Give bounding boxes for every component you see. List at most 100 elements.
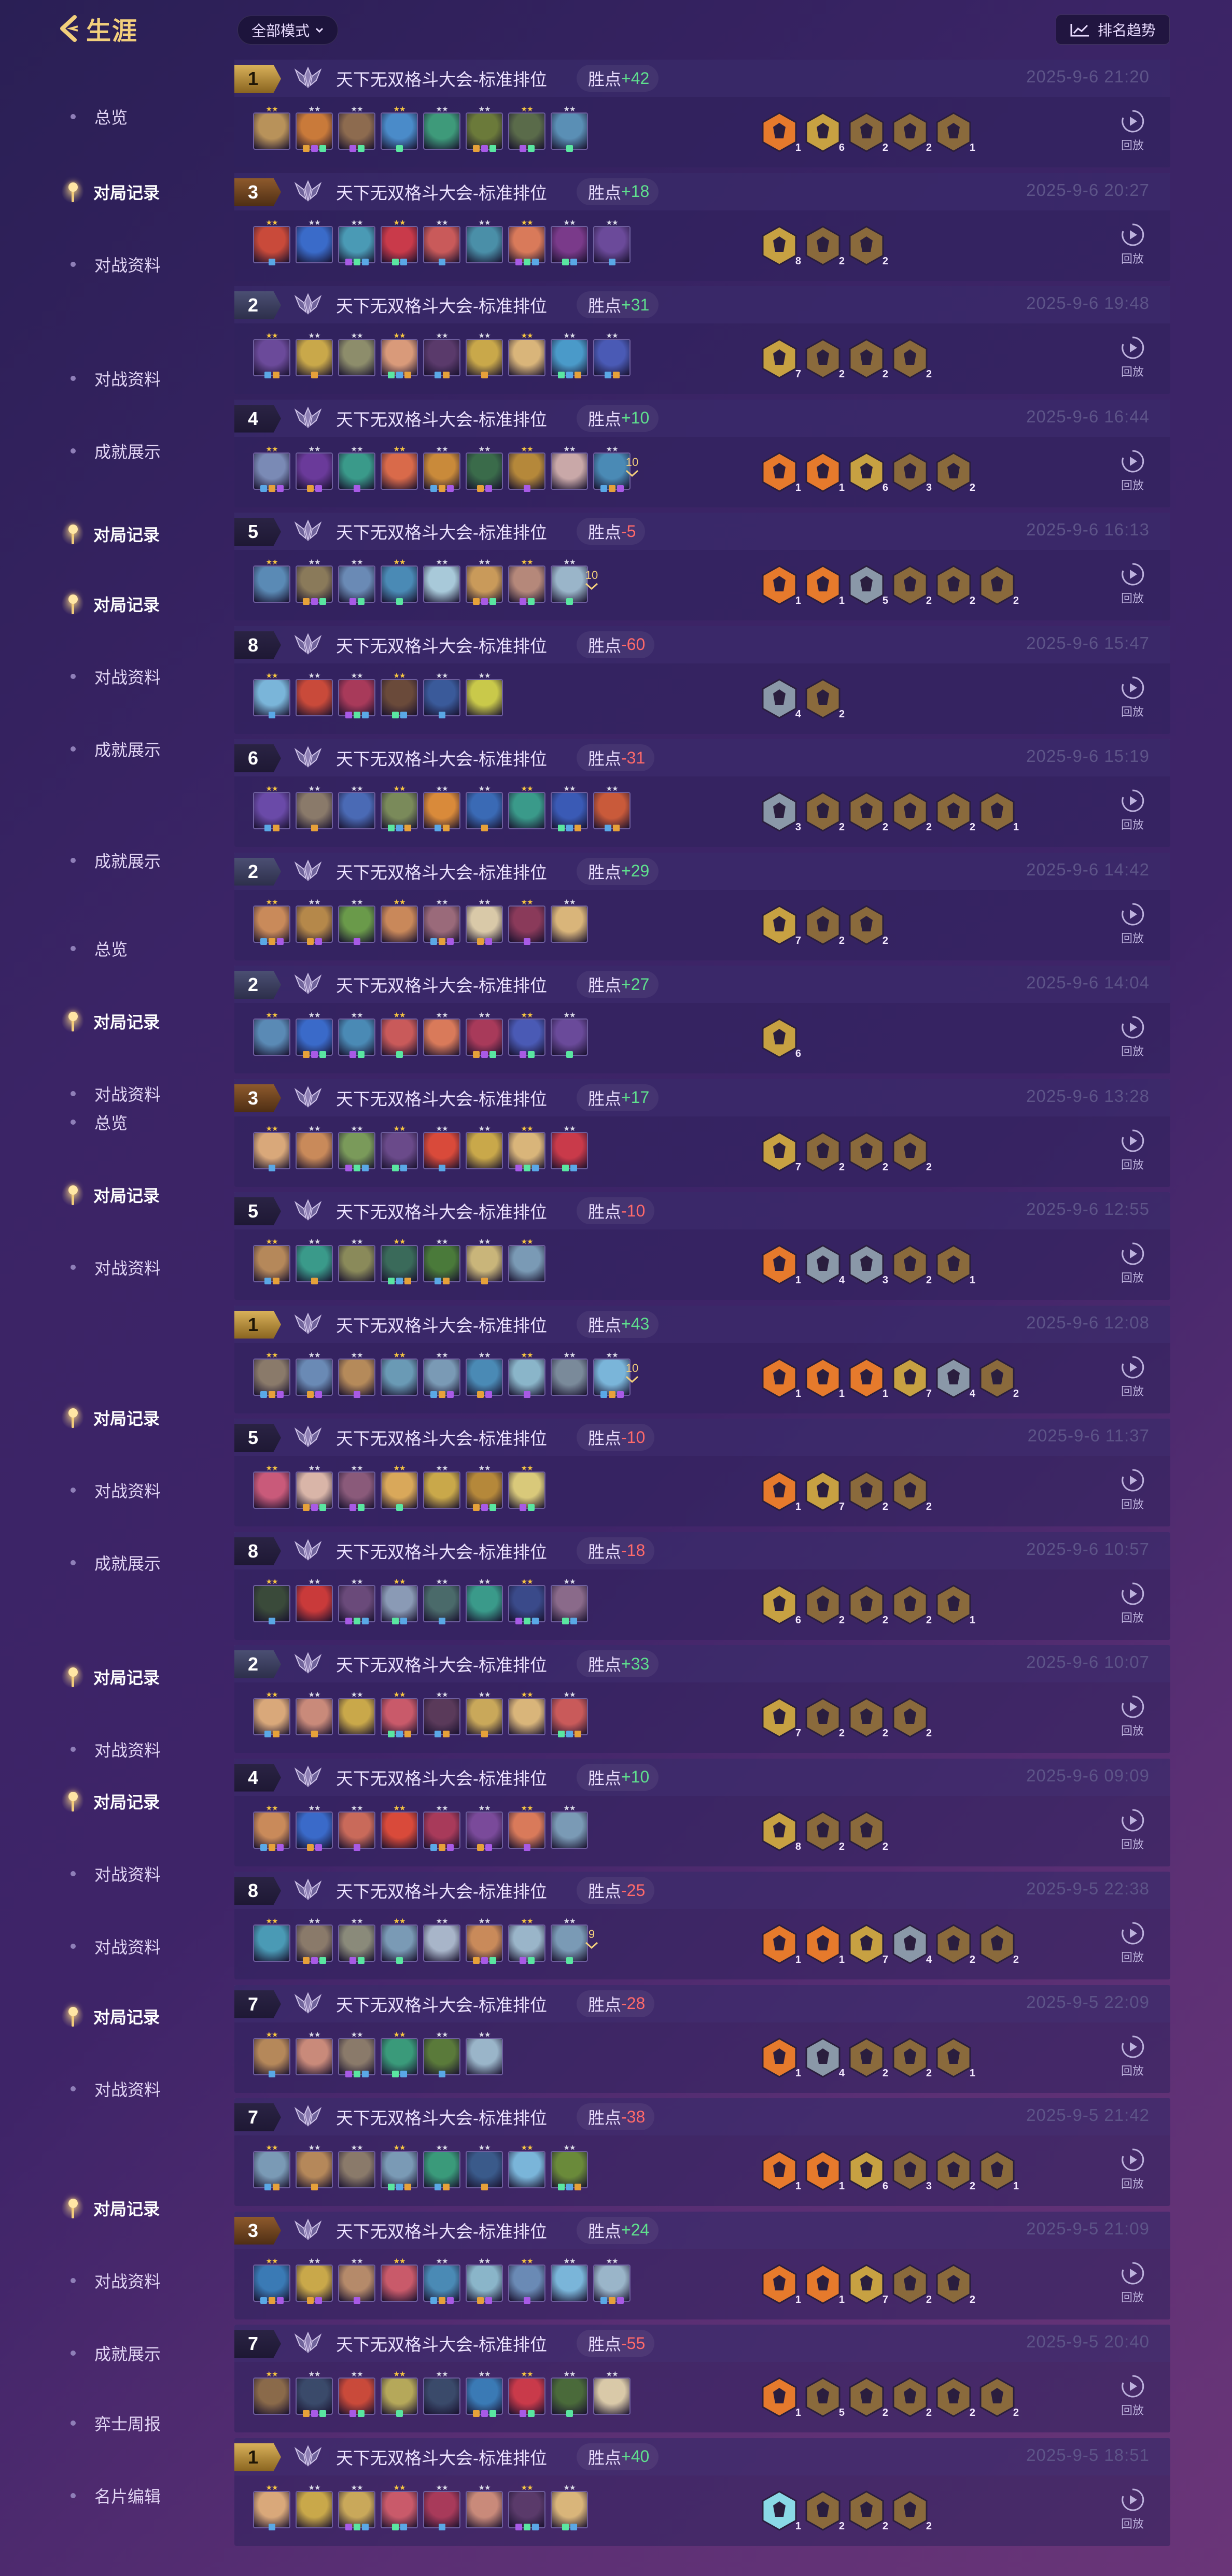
trait-hex-icon[interactable]: 2 [804,791,845,833]
trait-hex-icon[interactable]: 2 [848,2037,888,2079]
match-record[interactable]: 4 天下无双格斗大会-标准排位 胜点 +10 2025-9-6 16:44 ★★ ★★ ★★ ★… [234,399,1170,507]
champion-portrait[interactable]: ★★ [551,2370,588,2417]
trait-hex-icon[interactable]: 2 [804,1131,845,1173]
champion-portrait[interactable]: ★★ [338,2257,375,2304]
champion-portrait[interactable]: ★★ [551,898,588,943]
replay-button[interactable]: 回放 [1115,1467,1150,1512]
trait-hex-icon[interactable]: 1 [804,451,845,493]
champion-portrait[interactable]: ★★ [466,1238,503,1284]
trait-hex-icon[interactable]: 7 [761,1131,801,1173]
champion-portrait[interactable]: ★★ [423,105,460,150]
champion-portrait[interactable]: ★★ [423,558,460,603]
champion-portrait[interactable]: ★★ [253,1917,290,1962]
champion-portrait[interactable]: ★★ [381,1917,418,1964]
match-record[interactable]: 1 天下无双格斗大会-标准排位 胜点 +43 2025-9-6 12:08 ★★ ★★ ★★ ★… [234,1305,1170,1413]
champion-portrait[interactable]: ★★ [466,2031,503,2075]
trait-hex-icon[interactable]: 2 [848,1584,888,1626]
champion-portrait[interactable]: ★★ [338,219,375,265]
trait-hex-icon[interactable]: 2 [804,1697,845,1739]
trait-hex-icon[interactable]: 2 [848,2490,888,2532]
champion-portrait[interactable]: ★★ [253,1011,290,1056]
sidebar-item[interactable]: 对战资料 [52,1731,161,1767]
trait-hex-icon[interactable]: 3 [891,2150,932,2192]
champion-portrait[interactable]: ★★ [551,1125,588,1171]
trait-hex-icon[interactable]: 2 [891,1470,932,1512]
trait-hex-icon[interactable]: 2 [848,111,888,153]
champion-portrait[interactable]: ★★ [593,2257,631,2304]
champion-portrait[interactable]: ★★ [296,445,333,492]
trait-hex-icon[interactable]: 1 [761,1244,801,1286]
trait-hex-icon[interactable]: 2 [848,2376,888,2418]
champion-portrait[interactable]: ★★ [423,332,460,378]
sidebar-item[interactable]: 成就展示 [52,433,161,469]
champion-portrait[interactable]: ★★ [423,2484,460,2530]
champion-portrait[interactable]: ★★ [338,785,375,829]
champion-portrait[interactable]: ★★ [508,898,545,945]
replay-button[interactable]: 回放 [1115,1807,1150,1852]
champion-portrait[interactable]: ★★ [296,1351,333,1398]
champion-portrait[interactable]: ★★ [423,2257,460,2304]
match-record[interactable]: 1 天下无双格斗大会-标准排位 胜点 +40 2025-9-5 18:51 ★★ ★★ ★★ ★… [234,2438,1170,2546]
champion-portrait[interactable]: ★★ [423,2144,460,2190]
rank-trend-button[interactable]: 排名趋势 [1056,15,1170,45]
champion-portrait[interactable]: ★★ [466,1578,503,1622]
match-record[interactable]: 3 天下无双格斗大会-标准排位 胜点 +18 2025-9-6 20:27 ★★ ★★ ★★ ★… [234,173,1170,281]
champion-portrait[interactable]: ★★ [296,1917,333,1964]
sidebar-item[interactable]: 对局记录 [52,1659,160,1695]
trait-hex-icon[interactable]: 2 [935,2376,975,2418]
champion-portrait[interactable]: ★★ [253,2257,290,2304]
champion-portrait[interactable]: ★★ [423,1011,460,1056]
champion-portrait[interactable]: ★★ [253,2370,290,2415]
champion-portrait[interactable]: ★★ [381,1804,418,1849]
replay-button[interactable]: 回放 [1115,222,1150,266]
trait-hex-icon[interactable]: 2 [804,904,845,946]
trait-hex-icon[interactable]: 8 [761,225,801,267]
replay-button[interactable]: 回放 [1115,2373,1150,2418]
sidebar-item[interactable]: 总览 [52,98,128,135]
trait-hex-icon[interactable]: 2 [848,1470,888,1512]
replay-button[interactable]: 回放 [1115,2034,1150,2078]
champion-portrait[interactable]: ★★ [253,1464,290,1509]
trait-hex-icon[interactable]: 2 [804,678,845,720]
champion-portrait[interactable]: ★★ [381,1011,418,1058]
champion-portrait[interactable]: ★★ [508,558,545,605]
trait-hex-icon[interactable]: 1 [848,1357,888,1399]
champion-portrait[interactable]: ★★ [338,1691,375,1735]
champion-portrait[interactable]: ★★ [381,2257,418,2302]
trait-hex-icon[interactable]: 2 [935,2263,975,2305]
champion-portrait[interactable]: ★★ [338,2031,375,2077]
trait-hex-icon[interactable]: 1 [935,1584,975,1626]
champion-portrait[interactable]: ★★ [508,1238,545,1282]
trait-hex-icon[interactable]: 4 [935,1357,975,1399]
champion-portrait[interactable]: ★★ [338,2484,375,2530]
champion-portrait[interactable]: ★★ [423,1804,460,1851]
champion-portrait[interactable]: ★★ [551,1917,588,1964]
champion-portrait[interactable]: ★★ [423,1917,460,1962]
champion-portrait[interactable]: ★★ [338,1351,375,1398]
champion-portrait[interactable]: ★★ [593,785,631,831]
champion-portrait[interactable]: ★★ [423,1464,460,1509]
champion-portrait[interactable]: ★★ [508,1464,545,1511]
trait-hex-icon[interactable]: 2 [891,338,932,380]
replay-button[interactable]: 回放 [1115,1581,1150,1625]
replay-button[interactable]: 回放 [1115,1694,1150,1738]
sidebar-item[interactable]: 名片编辑 [52,2478,161,2514]
trait-hex-icon[interactable]: 1 [804,1357,845,1399]
replay-button[interactable]: 回放 [1115,335,1150,379]
trait-hex-icon[interactable]: 7 [804,1470,845,1512]
match-record[interactable]: 1 天下无双格斗大会-标准排位 胜点 +42 2025-9-6 21:20 ★★ ★★ ★★ ★… [234,60,1170,167]
sidebar-item[interactable]: 弈士周报 [52,2405,161,2441]
champion-portrait[interactable]: ★★ [381,1578,418,1624]
champion-portrait[interactable]: ★★ [338,1578,375,1624]
match-record[interactable]: 2 天下无双格斗大会-标准排位 胜点 +27 2025-9-6 14:04 ★★ ★★ ★★ ★… [234,966,1170,1073]
champion-portrait[interactable]: ★★ [338,1917,375,1964]
trait-hex-icon[interactable]: 4 [891,1923,932,1965]
sidebar-item[interactable]: 对局记录 [52,2190,160,2226]
sidebar-item[interactable]: 对局记录 [52,1783,160,1819]
trait-hex-icon[interactable]: 1 [761,564,801,606]
champion-portrait[interactable]: ★★ [423,898,460,945]
trait-hex-icon[interactable]: 6 [761,1017,801,1059]
replay-button[interactable]: 回放 [1115,675,1150,719]
trait-hex-icon[interactable]: 7 [761,904,801,946]
trait-hex-icon[interactable]: 1 [761,1470,801,1512]
